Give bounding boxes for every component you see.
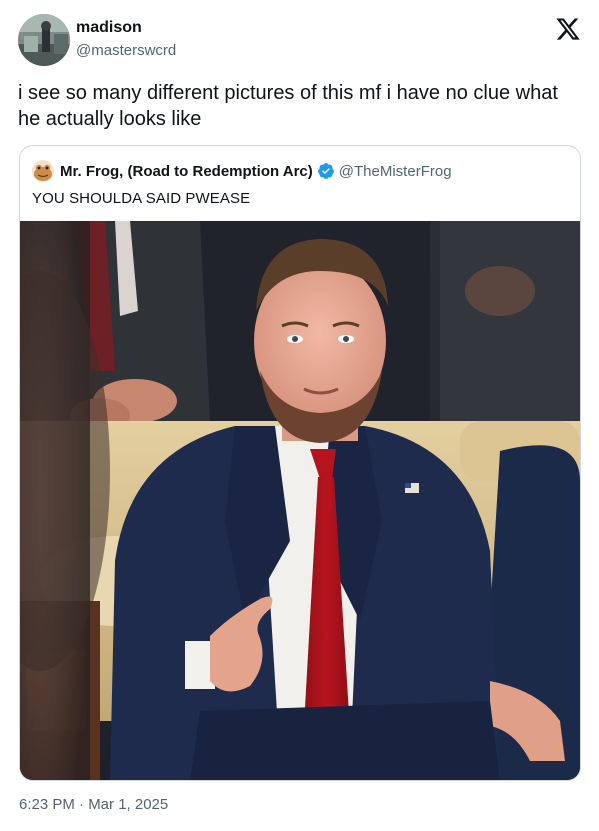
quoted-author-avatar[interactable] — [32, 160, 54, 182]
quoted-tweet-text: YOU SHOULDA SAID PWEASE — [32, 190, 251, 207]
quoted-tweet-photo[interactable] — [20, 221, 580, 780]
author-handle[interactable]: @masterswcrd — [76, 41, 176, 61]
tweet-card: madison @masterswcrd i see so many diffe… — [0, 0, 599, 831]
quoted-tweet[interactable]: Mr. Frog, (Road to Redemption Arc) @TheM… — [19, 145, 581, 781]
author-display-name[interactable]: madison — [76, 18, 176, 38]
x-logo-icon[interactable] — [555, 16, 581, 42]
author-names: madison @masterswcrd — [76, 18, 176, 61]
author-avatar[interactable] — [18, 14, 70, 66]
quoted-author-handle[interactable]: @TheMisterFrog — [339, 163, 452, 180]
tweet-header: madison @masterswcrd — [18, 14, 581, 66]
verified-badge-icon — [317, 162, 335, 180]
tweet-text: i see so many different pictures of this… — [18, 82, 558, 130]
tweet-timestamp[interactable]: 6:23 PM · Mar 1, 2025 — [19, 795, 168, 815]
quoted-author-display-name[interactable]: Mr. Frog, (Road to Redemption Arc) — [60, 163, 313, 180]
quoted-tweet-header: Mr. Frog, (Road to Redemption Arc) @TheM… — [32, 160, 452, 182]
